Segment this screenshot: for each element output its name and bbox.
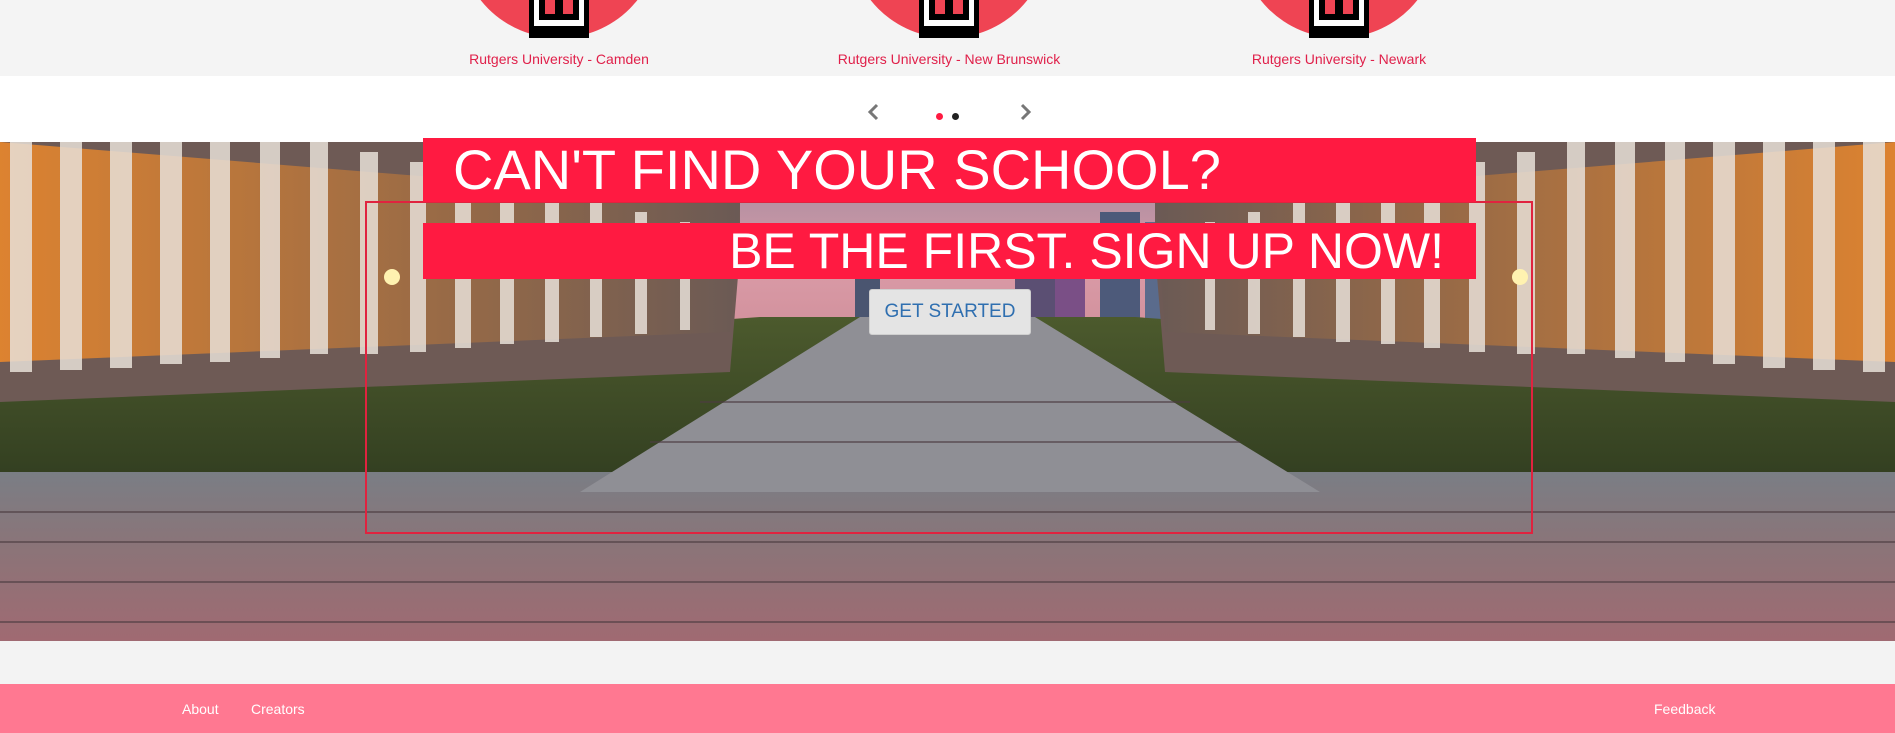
school-logo[interactable] — [1239, 0, 1439, 38]
rutgers-r-logo-icon — [919, 0, 979, 38]
carousel-prev-button[interactable] — [865, 103, 883, 121]
carousel-dot-1[interactable] — [936, 113, 943, 120]
school-logo[interactable] — [459, 0, 659, 38]
get-started-button[interactable]: GET STARTED — [869, 289, 1031, 335]
carousel-next-button[interactable] — [1016, 103, 1034, 121]
school-card-new-brunswick[interactable]: Rutgers University - New Brunswick — [799, 0, 1099, 76]
chevron-left-icon — [867, 103, 879, 121]
carousel-dot-2[interactable] — [952, 113, 959, 120]
school-card-newark[interactable]: Rutgers University - Newark — [1189, 0, 1489, 76]
school-logo[interactable] — [849, 0, 1049, 38]
footer-link-creators[interactable]: Creators — [251, 701, 305, 717]
school-name[interactable]: Rutgers University - Newark — [1189, 51, 1489, 67]
footer-spacer — [0, 641, 1895, 684]
schools-carousel: Rutgers University - Camden Rutgers Univ… — [0, 0, 1895, 76]
footer-link-about[interactable]: About — [182, 701, 219, 717]
rutgers-r-logo-icon — [529, 0, 589, 38]
footer-link-feedback[interactable]: Feedback — [1654, 701, 1715, 717]
school-name[interactable]: Rutgers University - Camden — [409, 51, 709, 67]
school-card-camden[interactable]: Rutgers University - Camden — [409, 0, 709, 76]
hero-subheadline: BE THE FIRST. SIGN UP NOW! — [423, 223, 1476, 279]
footer: About Creators Feedback — [0, 684, 1895, 733]
rutgers-r-logo-icon — [1309, 0, 1369, 38]
hero-section — [0, 142, 1895, 641]
chevron-right-icon — [1020, 103, 1032, 121]
hero-headline: CAN'T FIND YOUR SCHOOL? — [423, 138, 1476, 202]
school-name[interactable]: Rutgers University - New Brunswick — [799, 51, 1099, 67]
carousel-controls — [0, 76, 1895, 142]
